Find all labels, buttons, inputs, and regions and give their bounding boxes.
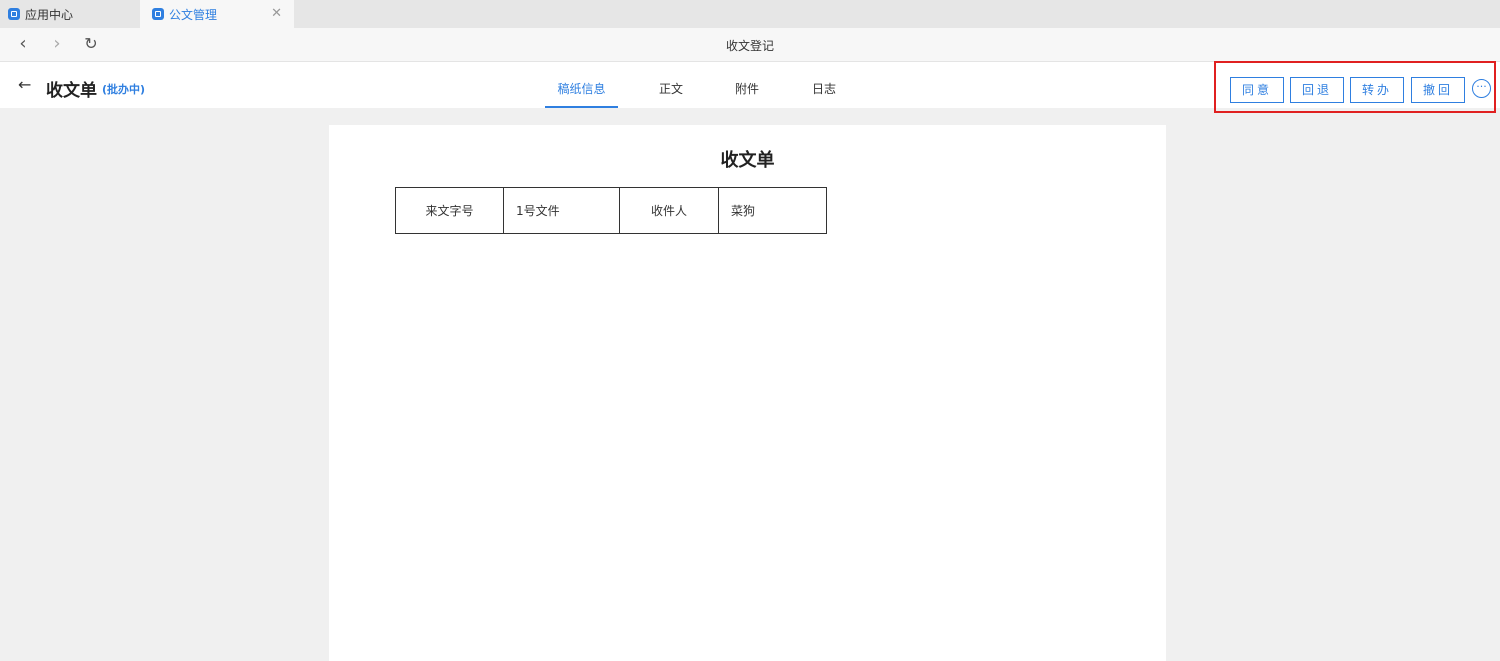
tab-attachments[interactable]: 附件: [727, 62, 767, 108]
more-options-icon[interactable]: ···: [1472, 79, 1491, 98]
field-label-recipient: 收件人: [619, 187, 719, 234]
withdraw-button[interactable]: 撤回: [1411, 77, 1465, 103]
tab-draft-info[interactable]: 稿纸信息: [545, 62, 618, 108]
field-value-doc-number: 1号文件: [503, 187, 620, 234]
back-arrow-icon[interactable]: ←: [18, 77, 31, 93]
field-value-recipient: 菜狗: [718, 187, 827, 234]
close-icon[interactable]: ✕: [271, 6, 282, 21]
field-label-doc-number: 来文字号: [395, 187, 504, 234]
app-icon: [152, 8, 164, 20]
form-title: 收文单: [720, 150, 775, 171]
page-title: 收文登记: [725, 39, 774, 53]
agree-button[interactable]: 同意: [1230, 77, 1284, 103]
tab-label: 应用中心: [25, 7, 74, 22]
table-row: 来文字号 1号文件 收件人 菜狗: [395, 187, 827, 234]
status-badge: (批办中): [102, 83, 146, 96]
document-title: 收文单: [46, 81, 97, 101]
tab-body-text[interactable]: 正文: [651, 62, 691, 108]
tab-document-management[interactable]: 公文管理 ✕: [140, 0, 294, 28]
tab-app-center[interactable]: 应用中心: [0, 0, 140, 28]
navigation-bar: ‹ › ↻ 收文登记: [0, 28, 1500, 62]
transfer-button[interactable]: 转办: [1350, 77, 1404, 103]
tab-log[interactable]: 日志: [804, 62, 844, 108]
form-table: 来文字号 1号文件 收件人 菜狗: [395, 187, 827, 234]
tab-label: 公文管理: [169, 7, 218, 22]
app-icon: [8, 8, 20, 20]
browser-tab-strip: 应用中心 公文管理 ✕: [0, 0, 1500, 28]
return-button[interactable]: 回退: [1290, 77, 1344, 103]
